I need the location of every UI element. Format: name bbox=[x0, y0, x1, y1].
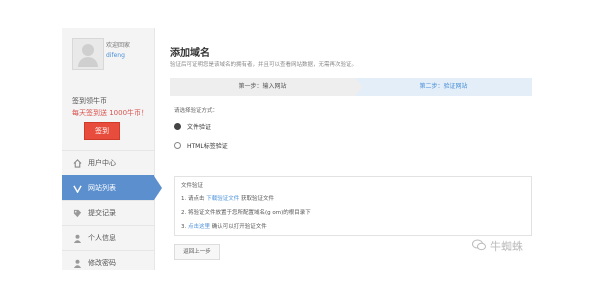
username[interactable]: difeng bbox=[106, 52, 125, 59]
watermark-text: 牛蜘蛛 bbox=[490, 240, 523, 253]
sidebar-item-personal-info[interactable]: 个人信息 bbox=[62, 225, 154, 250]
method-label: 请选择验证方式： bbox=[174, 108, 219, 114]
tag-icon bbox=[72, 208, 82, 218]
page-title: 添加域名 bbox=[170, 48, 210, 59]
v-icon bbox=[72, 183, 82, 193]
sidebar-item-submit-records[interactable]: 提交记录 bbox=[62, 200, 154, 225]
step-arrow bbox=[355, 78, 363, 96]
radio-checked-icon bbox=[174, 123, 181, 130]
sidebar-item-label: 用户中心 bbox=[88, 159, 116, 167]
wechat-icon bbox=[472, 239, 486, 254]
file-verification-box: 文件验证 1. 请点击 下载验证文件 获取验证文件 2. 将验证文件放置于您所配… bbox=[174, 176, 532, 236]
home-icon bbox=[72, 158, 82, 168]
box-title: 文件验证 bbox=[181, 183, 204, 189]
file-verification-radio[interactable]: 文件验证 bbox=[174, 122, 211, 131]
radio-label: 文件验证 bbox=[187, 124, 212, 131]
sign-title: 签到领牛币 bbox=[72, 97, 107, 105]
instruction-text: 确认可以打开验证文件 bbox=[211, 224, 267, 230]
radio-unchecked-icon bbox=[174, 142, 181, 149]
instruction-text: 获取验证文件 bbox=[241, 196, 275, 202]
user-icon bbox=[72, 258, 82, 268]
page-description: 验证后可证明您是该域名的拥有者，并且可以查看网站数据，无需再次验证。 bbox=[170, 62, 358, 68]
sidebar: 欢迎回家 difeng 签到领牛币 每天签到送 1000牛币！ 签到 用户中心 … bbox=[62, 28, 162, 270]
sidebar-item-label: 修改密码 bbox=[88, 259, 116, 267]
sidebar-item-site-list[interactable]: 网站列表 bbox=[62, 175, 162, 200]
step-one: 第一步：输入网站 bbox=[238, 83, 287, 90]
sidebar-item-label: 提交记录 bbox=[88, 209, 116, 217]
instruction-line-2: 2. 将验证文件放置于您所配置域名(g om)的根目录下 bbox=[181, 210, 311, 216]
step-two: 第二步：验证网站 bbox=[355, 78, 532, 96]
instruction-line-3: 3. 点击这里 确认可以打开验证文件 bbox=[181, 222, 267, 230]
instruction-line-1: 1. 请点击 下载验证文件 获取验证文件 bbox=[181, 194, 274, 202]
sidebar-item-label: 网站列表 bbox=[88, 184, 116, 192]
user-icon bbox=[72, 233, 82, 243]
radio-label: HTML标签验证 bbox=[187, 143, 228, 150]
html-tag-verification-radio[interactable]: HTML标签验证 bbox=[174, 141, 228, 150]
instruction-text: 1. 请点击 bbox=[181, 196, 205, 202]
sidebar-item-user-center[interactable]: 用户中心 bbox=[62, 150, 154, 175]
click-here-link[interactable]: 点击这里 bbox=[188, 224, 210, 230]
download-verification-file-link[interactable]: 下载验证文件 bbox=[206, 196, 239, 202]
sign-note: 每天签到送 1000牛币！ bbox=[72, 109, 149, 117]
sidebar-item-label: 个人信息 bbox=[88, 234, 116, 242]
sign-in-button[interactable]: 签到 bbox=[84, 122, 120, 140]
avatar[interactable] bbox=[72, 38, 104, 70]
sidebar-item-change-password[interactable]: 修改密码 bbox=[62, 250, 154, 275]
watermark: 牛蜘蛛 bbox=[472, 238, 523, 254]
previous-step-button[interactable]: 返回上一步 bbox=[174, 244, 220, 260]
welcome-text: 欢迎回家 bbox=[106, 42, 131, 49]
step-indicator: 第一步：输入网站 第二步：验证网站 bbox=[170, 78, 532, 96]
instruction-text: 3. bbox=[181, 224, 187, 230]
sidebar-nav: 用户中心 网站列表 提交记录 个人信息 修改密码 bbox=[62, 150, 162, 275]
